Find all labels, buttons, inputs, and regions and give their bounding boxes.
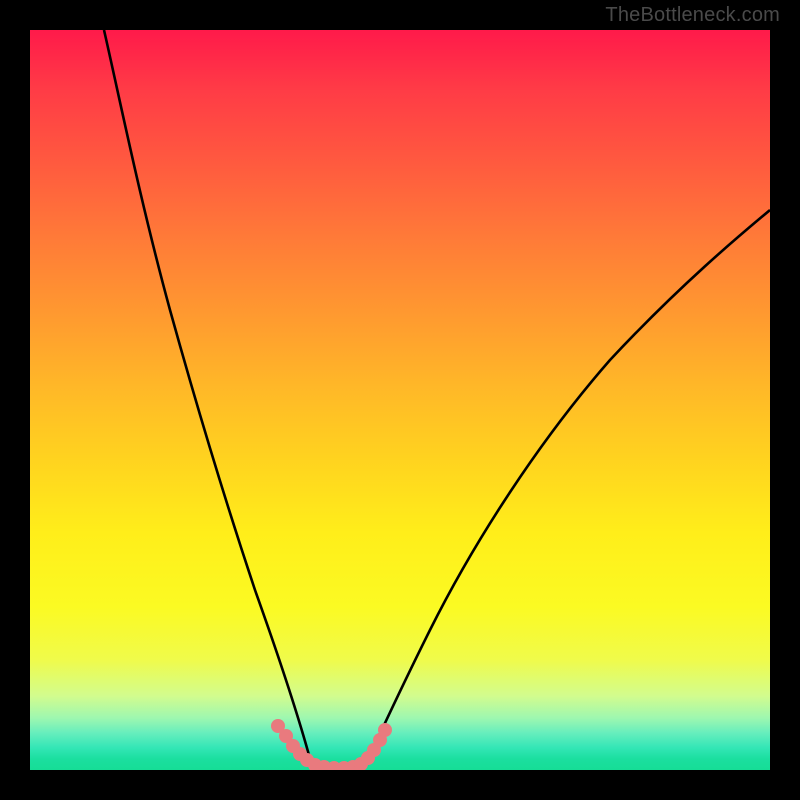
curve-layer xyxy=(30,30,770,770)
plot-area xyxy=(30,30,770,770)
watermark-text: TheBottleneck.com xyxy=(605,4,780,27)
bottleneck-curve-right xyxy=(363,210,770,770)
valley-marker-group xyxy=(271,719,392,770)
bottleneck-curve-left xyxy=(104,30,313,770)
chart-frame: TheBottleneck.com xyxy=(0,0,800,800)
